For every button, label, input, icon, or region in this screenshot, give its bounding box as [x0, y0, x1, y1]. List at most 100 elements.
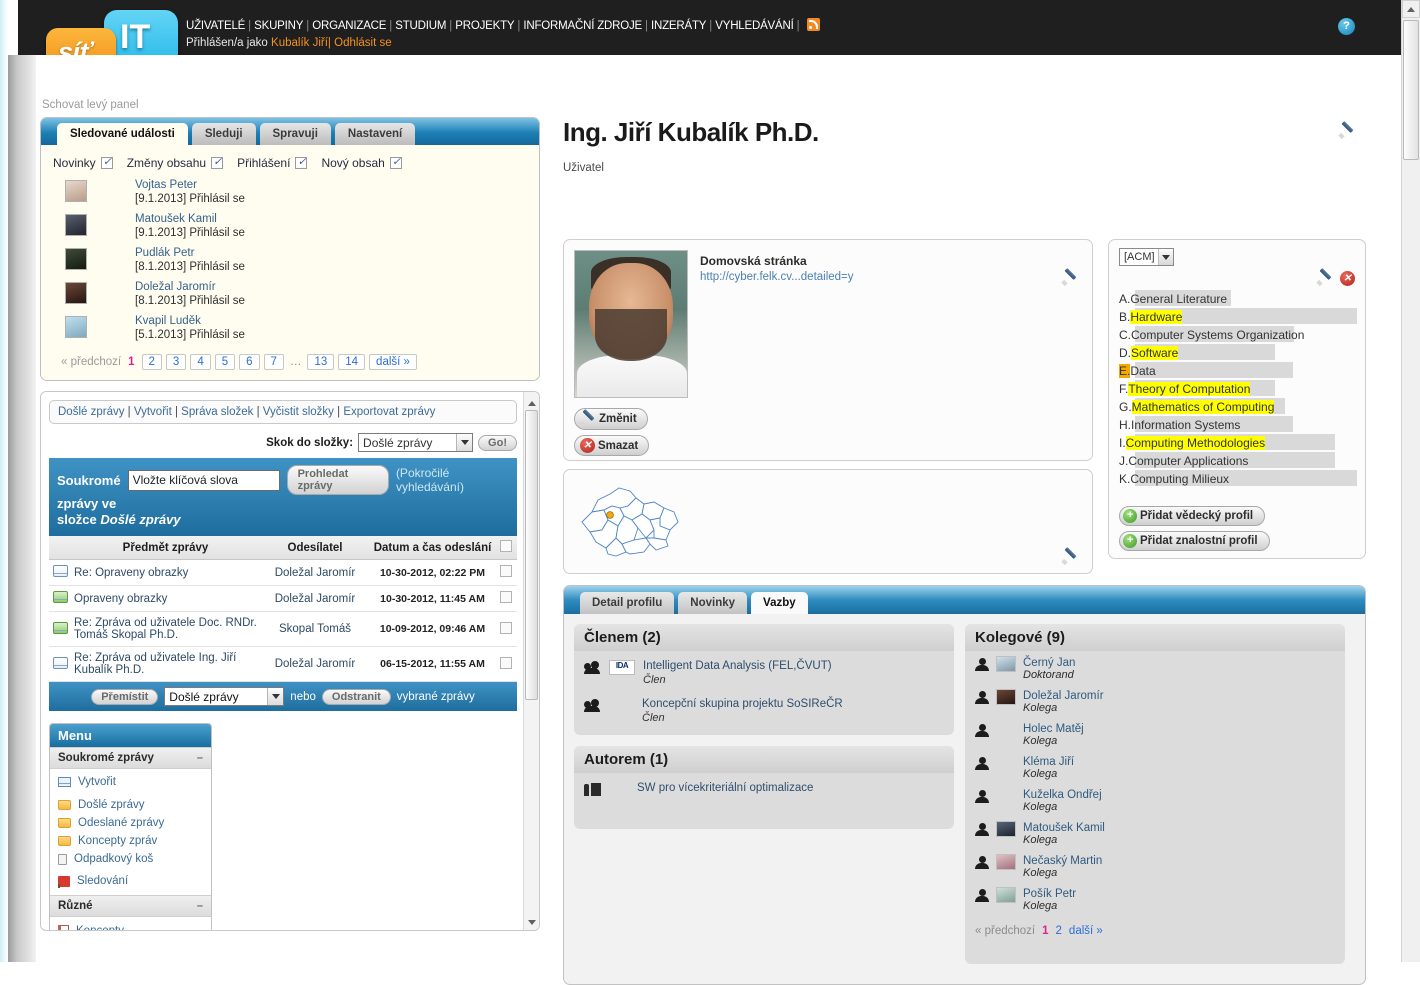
- move-messages-button[interactable]: Přemístit: [91, 688, 159, 705]
- edit-profile-pencil-icon[interactable]: [1339, 123, 1355, 139]
- filter-novy-obsah[interactable]: Nový obsah: [321, 155, 402, 170]
- nav-item-vyhledavani[interactable]: VYHLEDÁVÁNÍ: [715, 20, 794, 32]
- menu-item-koncepty-zprav[interactable]: Koncepty zpráv: [50, 832, 211, 850]
- list-item[interactable]: Vojtas Peter [9.1.2013] Přihlásil se: [51, 178, 529, 206]
- author-item-name[interactable]: SW pro vícekriteriální optimalizace: [637, 782, 813, 794]
- acm-label[interactable]: Hardware: [1130, 310, 1183, 324]
- list-item[interactable]: C. Computer Systems Organization: [1119, 326, 1357, 344]
- table-row[interactable]: Opraveny obrazky Doležal Jaromír 10-30-2…: [49, 585, 517, 612]
- nav-item-studium[interactable]: STUDIUM: [395, 20, 446, 32]
- acm-label[interactable]: Software: [1131, 346, 1179, 360]
- list-item[interactable]: G. Mathematics of Computing: [1119, 398, 1357, 416]
- menu-item-odeslane-zpravy[interactable]: Odeslané zprávy: [50, 814, 211, 832]
- select-all-checkbox[interactable]: [500, 540, 512, 552]
- pager-prev[interactable]: « předchozí: [61, 356, 121, 368]
- colleague-name[interactable]: Černý Jan: [1023, 657, 1075, 669]
- delete-acm-icon[interactable]: ✕: [1340, 270, 1355, 286]
- list-item[interactable]: Černý Jan Doktorand: [965, 651, 1345, 684]
- scroll-thumb[interactable]: [1403, 20, 1419, 160]
- scroll-up-icon[interactable]: [1402, 0, 1420, 18]
- colleague-name[interactable]: Nečaský Martin: [1023, 855, 1102, 867]
- list-item[interactable]: D. Software: [1119, 344, 1357, 362]
- list-item[interactable]: K. Computing Milieux: [1119, 470, 1357, 488]
- colleagues-pager-prev[interactable]: « předchozí: [975, 925, 1035, 937]
- edit-location-pencil-icon[interactable]: [1062, 549, 1078, 565]
- tab-novinky[interactable]: Novinky: [678, 592, 748, 614]
- change-button[interactable]: Změnit: [574, 408, 648, 430]
- logged-user-link[interactable]: Kubalík Jiří: [271, 37, 328, 49]
- search-messages-button[interactable]: Prohledat zprávy: [286, 465, 389, 495]
- list-item[interactable]: Pudlák Petr [8.1.2013] Přihlásil se: [51, 246, 529, 274]
- filter-prihlaseni[interactable]: Přihlášení: [237, 155, 308, 170]
- chevron-down-icon[interactable]: [267, 688, 284, 705]
- search-input[interactable]: [127, 469, 280, 491]
- msgtool-exportovat-zpravy[interactable]: Exportovat zprávy: [343, 406, 435, 418]
- list-item[interactable]: I. Computing Methodologies: [1119, 434, 1357, 452]
- tab-sledovane-udalosti[interactable]: Sledované události: [57, 123, 188, 145]
- list-item[interactable]: F. Theory of Computation: [1119, 380, 1357, 398]
- message-checkbox[interactable]: [500, 591, 512, 603]
- acm-label[interactable]: General Literature: [1130, 292, 1227, 306]
- list-item[interactable]: J. Computer Applications: [1119, 452, 1357, 470]
- envelope-reply-icon[interactable]: [52, 621, 68, 634]
- envelope-closed-icon[interactable]: [52, 656, 68, 669]
- advanced-search-link[interactable]: (Pokročilé vyhledávání): [396, 466, 509, 494]
- folder-go-button[interactable]: Go!: [478, 434, 517, 451]
- nav-item-skupiny[interactable]: SKUPINY: [254, 20, 303, 32]
- event-user-name[interactable]: Matoušek Kamil: [135, 212, 245, 226]
- collapse-icon[interactable]: –: [197, 900, 203, 912]
- acm-label[interactable]: Information Systems: [1131, 418, 1240, 432]
- colleague-name[interactable]: Kléma Jiří: [1023, 756, 1074, 768]
- move-folder-select[interactable]: Došlé zprávy: [164, 687, 285, 706]
- pager-next[interactable]: další »: [369, 354, 417, 370]
- nav-item-projekty[interactable]: PROJEKTY: [455, 20, 514, 32]
- acm-label[interactable]: Mathematics of Computing: [1131, 400, 1275, 414]
- menu-section-ruzne[interactable]: Různé –: [50, 895, 211, 917]
- menu-item-sledovani[interactable]: Sledování: [50, 872, 211, 890]
- message-checkbox[interactable]: [500, 656, 512, 669]
- acm-label[interactable]: Computing Methodologies: [1125, 436, 1266, 450]
- messages-scroll-thumb[interactable]: [525, 410, 538, 700]
- message-subject[interactable]: Re: Zpráva od uživatele Ing. Jiří Kubalí…: [71, 646, 260, 682]
- list-item[interactable]: Doležal Jaromír [8.1.2013] Přihlásil se: [51, 280, 529, 308]
- colleague-name[interactable]: Kuželka Ondřej: [1023, 789, 1102, 801]
- pager-page-6[interactable]: 6: [239, 354, 260, 370]
- event-user-name[interactable]: Kvapil Luděk: [135, 314, 245, 328]
- list-item[interactable]: Kvapil Luděk [5.1.2013] Přihlásil se: [51, 314, 529, 342]
- colleagues-pager-page-2[interactable]: 2: [1056, 925, 1062, 937]
- pager-page-2[interactable]: 2: [141, 354, 162, 370]
- acm-label[interactable]: Theory of Computation: [1128, 382, 1251, 396]
- logout-link[interactable]: Odhlásit se: [334, 37, 392, 49]
- edit-acm-pencil-icon[interactable]: [1317, 270, 1333, 286]
- hide-left-panel-link[interactable]: Schovat levý panel: [42, 99, 139, 111]
- filter-novinky[interactable]: Novinky: [53, 155, 113, 170]
- envelope-reply-icon[interactable]: [52, 591, 68, 603]
- list-item[interactable]: A. General Literature: [1119, 290, 1357, 308]
- filter-novy-obsah-checkbox[interactable]: [389, 155, 402, 169]
- chevron-down-icon[interactable]: [1157, 249, 1173, 265]
- table-row[interactable]: Re: Opraveny obrazky Doležal Jaromír 10-…: [49, 559, 517, 586]
- folder-jump-select[interactable]: Došlé zprávy: [358, 433, 474, 452]
- message-checkbox[interactable]: [500, 621, 512, 634]
- pager-page-3[interactable]: 3: [165, 354, 187, 370]
- filter-zmeny-obsahu[interactable]: Změny obsahu: [127, 155, 224, 170]
- delete-messages-button[interactable]: Odstranit: [321, 688, 391, 705]
- pager-page-4[interactable]: 4: [190, 354, 211, 370]
- nav-item-uzivatele[interactable]: UŽIVATELÉ: [186, 20, 245, 32]
- table-row[interactable]: Re: Zpráva od uživatele Doc. RNDr. Tomáš…: [49, 611, 517, 647]
- chevron-down-icon[interactable]: [456, 434, 473, 451]
- list-item[interactable]: Pošík Petr Kolega: [965, 882, 1345, 915]
- colleague-name[interactable]: Doležal Jaromír: [1023, 690, 1104, 702]
- scroll-down-icon[interactable]: [526, 916, 537, 927]
- list-item[interactable]: B. Hardware: [1119, 308, 1357, 326]
- colleague-name[interactable]: Holec Matěj: [1023, 723, 1084, 735]
- czech-republic-map[interactable]: [578, 482, 700, 560]
- envelope-closed-icon[interactable]: [52, 565, 68, 577]
- menu-section-soukrome-zpravy[interactable]: Soukromé zprávy –: [50, 747, 211, 769]
- edit-homepage-pencil-icon[interactable]: [1062, 270, 1078, 286]
- list-item[interactable]: Nečaský Martin Kolega: [965, 849, 1345, 882]
- menu-item-odpadkovy-kos[interactable]: Odpadkový koš: [50, 850, 211, 868]
- list-item[interactable]: Matoušek Kamil [9.1.2013] Přihlásil se: [51, 212, 529, 240]
- list-item[interactable]: E. Data: [1119, 362, 1357, 380]
- nav-item-informacni-zdroje[interactable]: INFORMAČNÍ ZDROJE: [523, 20, 642, 32]
